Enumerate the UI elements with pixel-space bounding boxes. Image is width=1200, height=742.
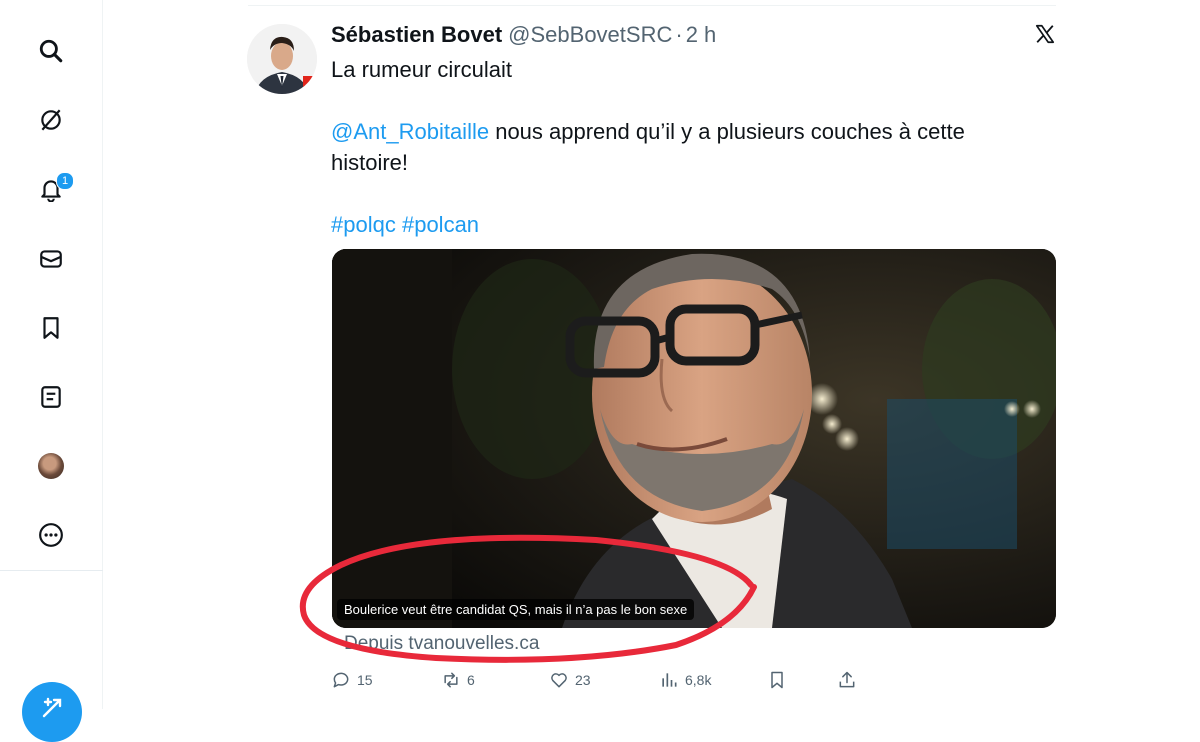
tweet-header: Sébastien Bovet @SebBovetSRC · 2 h <box>331 20 716 50</box>
tweet-timestamp[interactable]: 2 h <box>686 22 717 48</box>
like-button[interactable]: 23 <box>549 670 591 690</box>
link-card-image[interactable] <box>332 249 1056 628</box>
compose-button[interactable] <box>22 682 82 742</box>
grok-icon <box>41 109 61 131</box>
tweet-line-1: La rumeur circulait <box>331 57 512 82</box>
compose-icon <box>42 697 62 718</box>
x-logo-icon <box>1035 24 1055 44</box>
share-icon <box>839 671 855 688</box>
repost-icon <box>444 672 458 688</box>
share-button[interactable] <box>837 670 857 690</box>
reply-icon <box>333 672 349 688</box>
link-source[interactable]: Depuis tvanouvelles.ca <box>344 633 539 655</box>
bookmarks-nav-button[interactable] <box>26 303 76 353</box>
search-nav-button[interactable] <box>26 26 76 76</box>
view-count: 6,8k <box>685 672 712 688</box>
bookmark-icon <box>771 671 783 689</box>
reply-count: 15 <box>357 672 373 688</box>
profile-avatar <box>38 453 64 479</box>
more-icon <box>39 523 63 547</box>
views-icon <box>662 673 677 687</box>
media-caption: Boulerice veut être candidat QS, mais il… <box>337 599 695 620</box>
tweet-text: La rumeur circulait @Ant_Robitaille nous… <box>331 54 1031 240</box>
hashtags: #polqc #polcan <box>331 209 1031 240</box>
portrait-photo <box>332 249 1056 628</box>
author-avatar[interactable] <box>247 24 317 94</box>
mention-link[interactable]: @Ant_Robitaille <box>331 119 489 144</box>
reply-button[interactable]: 15 <box>331 670 373 690</box>
lists-nav-button[interactable] <box>26 372 76 422</box>
feed-divider <box>248 5 1056 6</box>
bookmark-icon <box>43 317 59 339</box>
like-count: 23 <box>575 672 591 688</box>
search-icon <box>39 39 63 63</box>
views-button[interactable]: 6,8k <box>659 670 711 690</box>
repost-count: 6 <box>467 672 475 688</box>
nav-divider <box>0 570 103 571</box>
hashtag-link[interactable]: #polqc <box>331 212 396 237</box>
profile-nav-button[interactable] <box>26 441 76 491</box>
repost-button[interactable]: 6 <box>441 670 475 690</box>
author-name[interactable]: Sébastien Bovet <box>331 22 502 48</box>
author-handle[interactable]: @SebBovetSRC <box>508 22 672 48</box>
hashtag-link[interactable]: #polcan <box>402 212 479 237</box>
list-icon <box>41 386 61 408</box>
notifications-nav-button[interactable]: 1 <box>26 164 76 214</box>
mail-icon <box>40 250 62 268</box>
tweet-line-2: @Ant_Robitaille nous apprend qu’il y a p… <box>331 116 1031 178</box>
heart-icon <box>551 673 567 688</box>
bookmark-button[interactable] <box>767 670 787 690</box>
messages-nav-button[interactable] <box>26 234 76 284</box>
notification-badge: 1 <box>56 172 74 190</box>
grok-nav-button[interactable] <box>26 95 76 145</box>
tweet-actions: 15 6 23 6,8k <box>331 670 1061 694</box>
more-nav-button[interactable] <box>26 510 76 560</box>
left-nav: 1 <box>0 0 103 742</box>
header-separator: · <box>675 22 683 47</box>
